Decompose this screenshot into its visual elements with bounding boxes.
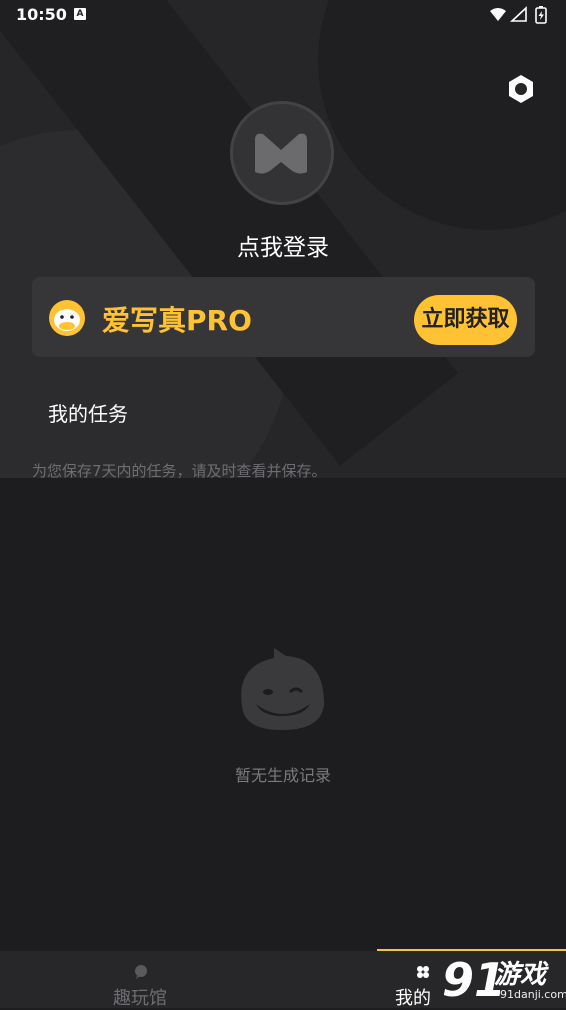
- settings-gear-icon[interactable]: [504, 72, 538, 106]
- tasks-section-title: 我的任务: [48, 402, 128, 426]
- clover-icon: [417, 966, 429, 978]
- app-logo-icon: [255, 133, 307, 174]
- svg-text:91: 91: [442, 953, 500, 1004]
- tasks-retention-note: 为您保存7天内的任务，请及时查看并保存。: [32, 462, 327, 480]
- site-watermark: 91 游戏 91danji.com: [440, 952, 566, 1008]
- get-pro-button[interactable]: 立即获取: [414, 295, 517, 345]
- watermark-url: 91danji.com: [500, 988, 566, 1001]
- avatar[interactable]: [230, 101, 334, 205]
- pro-title: 爱写真PRO: [102, 304, 252, 337]
- battery-icon: [535, 6, 547, 24]
- wifi-icon: [490, 8, 506, 21]
- empty-state-text: 暂无生成记录: [234, 766, 331, 785]
- pro-mascot-icon: [49, 300, 85, 336]
- watermark-91-logo-icon: 91: [442, 953, 506, 1007]
- pro-banner[interactable]: 爱写真PRO 立即获取: [32, 277, 535, 357]
- status-bar: 10:50 A: [0, 0, 566, 30]
- tab-fun-hall[interactable]: 趣玩馆: [90, 951, 190, 1009]
- login-prompt[interactable]: 点我登录: [0, 228, 566, 262]
- notification-icon: A: [74, 8, 86, 20]
- chat-bubble-icon: [135, 965, 147, 979]
- status-time: 10:50: [16, 5, 67, 24]
- system-status-icons: [490, 6, 547, 24]
- tab-fun-hall-label: 趣玩馆: [113, 988, 167, 1009]
- decorative-circle-right: [318, 0, 566, 230]
- signal-icon: [509, 6, 527, 22]
- watermark-text: 游戏: [494, 960, 547, 990]
- empty-state-mascot-icon: [241, 648, 324, 730]
